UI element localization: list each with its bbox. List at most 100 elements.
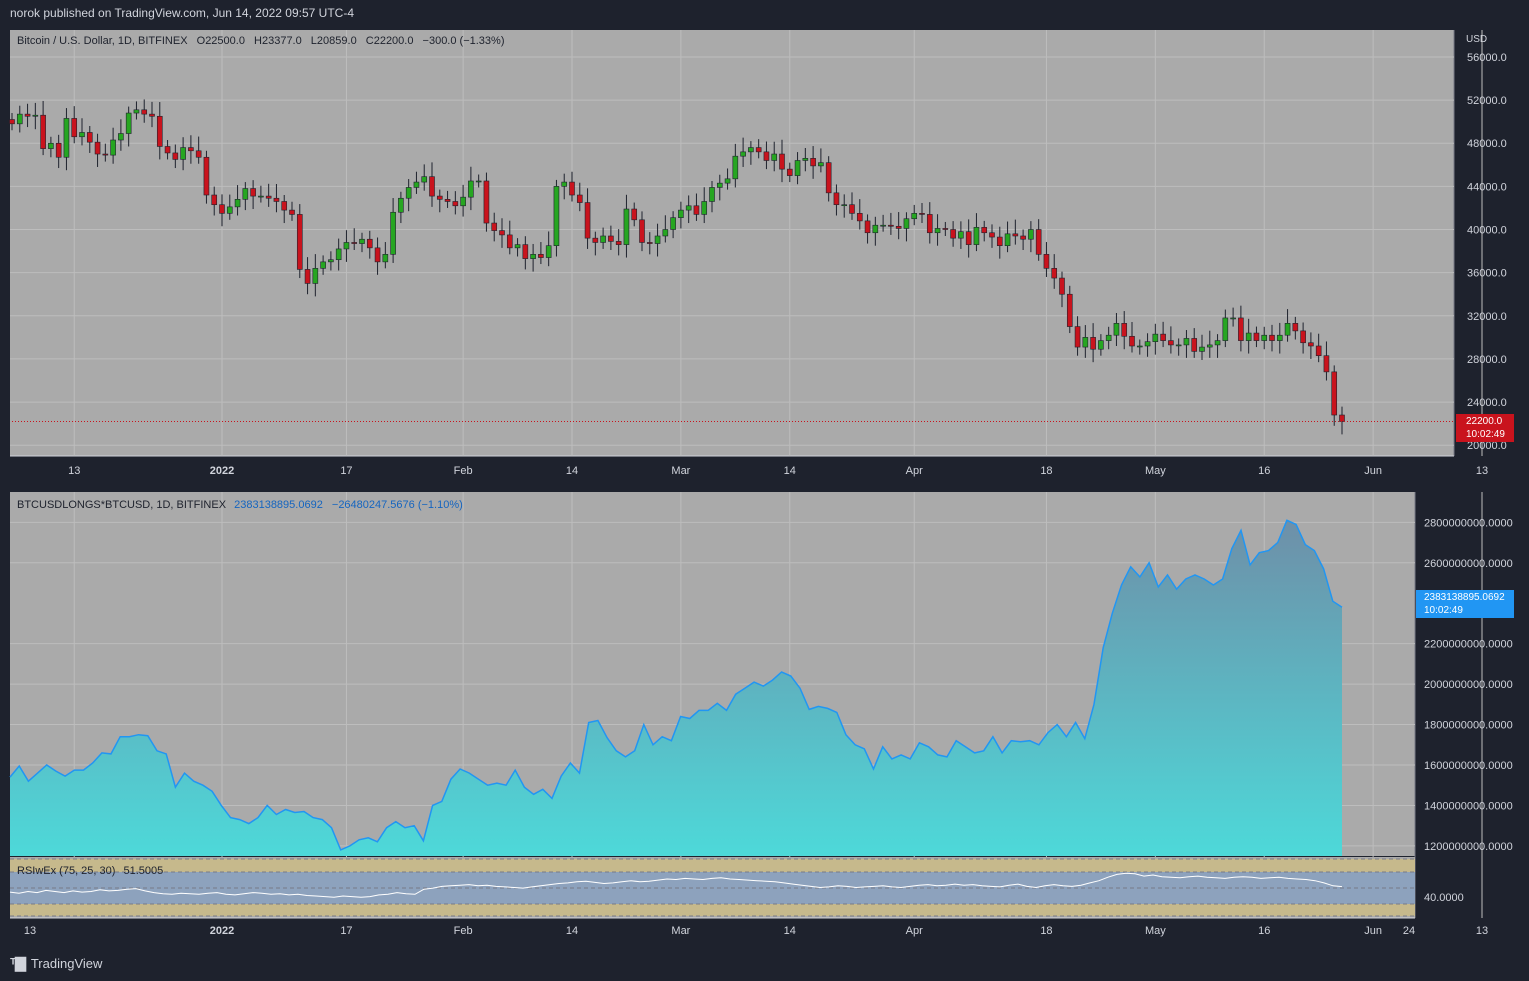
chart-canvas[interactable]: 56000.0 52000.0 48000.0 44000.0 40000.0 36000… (0, 0, 1529, 981)
candle-body (164, 146, 171, 154)
candle-body (530, 254, 536, 259)
candle-body (71, 118, 78, 138)
candle-body (366, 238, 373, 249)
bottom-time-tick-label: 24 (1403, 925, 1415, 937)
candle (296, 204, 303, 279)
candle-body (63, 118, 70, 158)
candle-body (9, 119, 15, 125)
longs-tick-label: 2000000000.0000 (1424, 679, 1513, 691)
candle-body (429, 176, 435, 197)
last-price-countdown: 10:02:49 (1466, 429, 1505, 440)
candle-body (631, 208, 638, 221)
candle-body (600, 235, 606, 243)
candle-body (740, 151, 746, 157)
candle-body (833, 192, 840, 206)
time-tick-label: Feb (454, 465, 473, 477)
candle-body (538, 254, 544, 258)
main-time-axis[interactable] (10, 456, 1518, 486)
candle-body (639, 219, 645, 243)
candle-body (623, 208, 630, 245)
candle-body (188, 147, 194, 152)
candle-body (1284, 323, 1291, 336)
candle-body (79, 132, 85, 138)
candle-body (911, 213, 918, 220)
candle-body (289, 209, 295, 215)
candle-body (880, 224, 886, 227)
candle-body (156, 115, 163, 147)
footer-brand[interactable]: TradingView (31, 956, 103, 971)
candle-body (1136, 345, 1143, 348)
time-tick-label: 16 (1258, 465, 1270, 477)
candle-body (786, 168, 793, 176)
high-label: H (254, 35, 262, 47)
candle-body (1315, 345, 1322, 357)
price-tick-label: 24000.0 (1467, 397, 1507, 409)
change-value: −300.0 (−1.33%) (422, 35, 505, 47)
price-tick-label: 48000.0 (1467, 138, 1507, 150)
time-tick-label: 13 (1476, 465, 1488, 477)
rsi-tick-label: 40.0000 (1424, 892, 1464, 904)
candle-body (1066, 293, 1073, 327)
candle-body (1206, 344, 1213, 348)
candle-body (958, 231, 964, 239)
longs-tick-label: 1400000000.0000 (1424, 800, 1513, 812)
candle-body (452, 201, 459, 207)
candle-body (553, 186, 560, 246)
symbol-title[interactable]: Bitcoin / U.S. Dollar, 1D, BITFINEX (17, 35, 188, 47)
candle-body (996, 236, 1003, 246)
candle-body (1276, 334, 1283, 341)
candle-body (615, 241, 622, 245)
candle-body (701, 201, 708, 215)
candle-body (1090, 337, 1096, 350)
candle-body (1144, 341, 1151, 347)
main-legend: Bitcoin / U.S. Dollar, 1D, BITFINEX O225… (17, 35, 504, 47)
main-price-axis[interactable] (1454, 30, 1518, 456)
price-tick-label: 52000.0 (1467, 95, 1507, 107)
longs-symbol-title[interactable]: BTCUSDLONGS*BTCUSD, 1D, BITFINEX (17, 499, 226, 511)
candle-body (895, 225, 902, 229)
candle-body (1035, 229, 1042, 255)
candle-body (856, 213, 863, 222)
price-tick-label: 20000.0 (1467, 440, 1507, 452)
candle-body (771, 153, 778, 161)
candle-body (1074, 326, 1081, 348)
bottom-time-tick-label: Mar (671, 925, 690, 937)
candle-body (468, 180, 474, 198)
tradingview-logo-icon[interactable]: ᵀ▇ (10, 955, 26, 972)
candle-body (483, 180, 490, 224)
candle-body (94, 141, 101, 155)
candle-body (919, 213, 925, 215)
candle-body (584, 202, 591, 239)
main-plot-area[interactable] (10, 30, 1454, 456)
candle-body (965, 231, 972, 245)
time-tick-label: Apr (906, 465, 923, 477)
candle-body (1012, 233, 1019, 237)
time-tick-label: 13 (68, 465, 80, 477)
time-tick-label: 14 (566, 465, 578, 477)
candle-body (794, 160, 801, 176)
candle-body (133, 109, 140, 114)
candle-body (1308, 342, 1314, 347)
candle-body (1098, 340, 1104, 350)
rsi-title[interactable]: RSIwEx (75, 25, 30) (17, 865, 115, 877)
candle-body (48, 142, 54, 149)
bottom-time-tick-label: 14 (784, 925, 796, 937)
candle-body (685, 205, 692, 211)
candle-body (506, 234, 513, 249)
candle-body (561, 181, 568, 187)
bottom-time-tick-label: Feb (454, 925, 473, 937)
candle-body (1253, 332, 1260, 341)
candle-body (328, 259, 334, 263)
price-tick-label: 56000.0 (1467, 52, 1507, 64)
candle-body (102, 153, 109, 156)
candle-body (1059, 277, 1065, 295)
candle-body (491, 222, 498, 231)
candle-body (125, 112, 132, 134)
candle-body (810, 158, 816, 167)
candle-body (312, 268, 319, 284)
longs-tick-label: 2800000000.0000 (1424, 517, 1513, 529)
candle-body (1168, 340, 1174, 346)
candle-body (1082, 337, 1089, 348)
longs-tick-label: 2200000000.0000 (1424, 639, 1513, 651)
longs-tick-label: 1600000000.0000 (1424, 760, 1513, 772)
